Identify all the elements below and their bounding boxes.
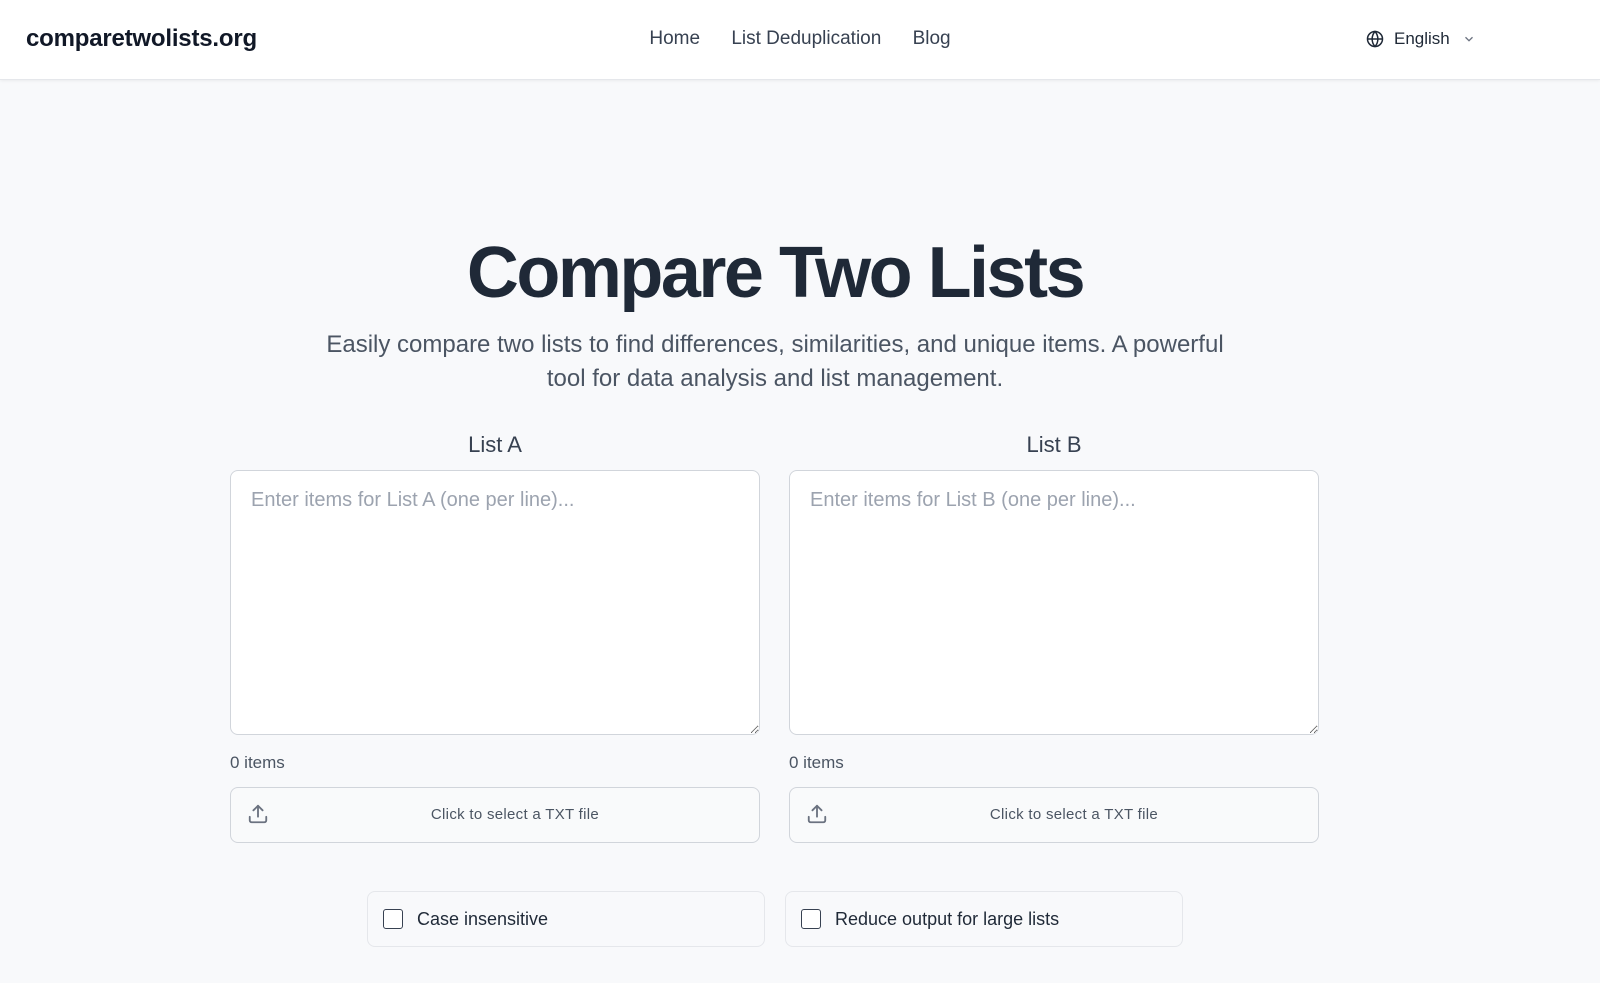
reduce-output-option[interactable]: Reduce output for large lists: [785, 891, 1183, 947]
chevron-down-icon: [1462, 32, 1476, 46]
list-b-panel: List B 0 items Click to select a TXT fil…: [789, 430, 1319, 843]
list-b-upload-button[interactable]: Click to select a TXT file: [789, 787, 1319, 843]
reduce-output-label: Reduce output for large lists: [835, 908, 1060, 929]
language-label: English: [1394, 29, 1450, 48]
nav-link-home[interactable]: Home: [649, 28, 700, 49]
nav-link-blog[interactable]: Blog: [913, 28, 951, 49]
list-a-upload-label: Click to select a TXT file: [430, 806, 600, 823]
page-subtitle: Easily compare two lists to find differe…: [326, 331, 1224, 392]
reduce-output-checkbox[interactable]: [801, 909, 821, 929]
language-selector[interactable]: English: [1366, 27, 1476, 51]
list-a-label: List A: [468, 432, 522, 457]
main-nav: Home List Deduplication Blog: [0, 28, 1600, 50]
page-title: Compare Two Lists: [466, 233, 1086, 313]
case-insensitive-label: Case insensitive: [417, 908, 549, 929]
list-a-panel: List A 0 items Click to select a TXT fil…: [230, 430, 760, 843]
list-b-item-count: 0 items: [789, 753, 844, 772]
list-b-textarea[interactable]: [789, 470, 1319, 735]
list-a-item-count: 0 items: [230, 753, 285, 772]
case-insensitive-option[interactable]: Case insensitive: [367, 891, 765, 947]
case-insensitive-checkbox[interactable]: [383, 909, 403, 929]
nav-link-list-deduplication[interactable]: List Deduplication: [731, 28, 881, 49]
list-b-upload-label: Click to select a TXT file: [989, 806, 1159, 823]
list-b-label: List B: [1026, 432, 1082, 457]
top-navbar: comparetwolists.org Home List Deduplicat…: [0, 0, 1600, 80]
list-a-textarea[interactable]: [230, 470, 760, 735]
list-a-upload-button[interactable]: Click to select a TXT file: [230, 787, 760, 843]
globe-icon: [1366, 30, 1384, 48]
